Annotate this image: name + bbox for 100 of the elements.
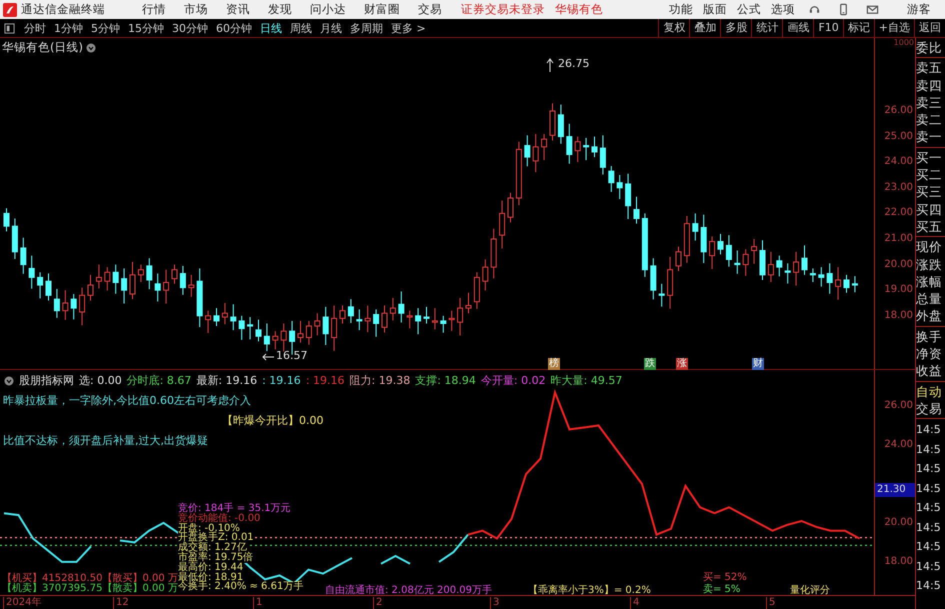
quote-field-label: 卖二 bbox=[916, 111, 943, 128]
quote-field-label: 外盘 bbox=[916, 307, 943, 325]
toolbar-button[interactable]: 统计 bbox=[751, 19, 782, 37]
date-label: 3 bbox=[490, 597, 500, 609]
indicator-value: 昨大量: 49.57 bbox=[550, 373, 622, 388]
menu-item[interactable]: 交易 bbox=[409, 2, 451, 17]
trade-time: 14:5 bbox=[916, 461, 942, 478]
menu-item[interactable]: 市场 bbox=[175, 2, 217, 17]
period-tab[interactable]: 分时 bbox=[20, 20, 50, 36]
toolbar-button[interactable]: 复权 bbox=[658, 19, 690, 37]
quote-field-label: 委比 bbox=[916, 39, 943, 56]
toolbar-button[interactable]: F10 bbox=[813, 19, 843, 37]
indicator-value: : 19.16 bbox=[262, 374, 301, 387]
quote-field-label: 卖一 bbox=[916, 128, 943, 146]
quote-field-label: 涨跌 bbox=[916, 256, 943, 273]
axis-label: 24.00 bbox=[884, 438, 913, 452]
app-title: 通达信金融终端 bbox=[21, 2, 105, 17]
indicator-value: 支撑: 18.94 bbox=[415, 373, 476, 388]
event-marker[interactable]: 财 bbox=[752, 358, 764, 370]
menu-item[interactable]: 问小达 bbox=[301, 2, 355, 17]
phone-icon[interactable] bbox=[837, 3, 850, 16]
login-status: 证券交易未登录 bbox=[461, 2, 545, 17]
axis-label: 18.00 bbox=[884, 308, 914, 323]
buy-percent: 买= 52% bbox=[703, 571, 747, 584]
high-price-label: 26.75 bbox=[558, 57, 590, 70]
mail-icon[interactable] bbox=[866, 3, 879, 16]
menu-item[interactable]: 选项 bbox=[766, 2, 800, 17]
trade-time: 14:5 bbox=[916, 539, 942, 556]
toolbar-button[interactable]: 多股 bbox=[720, 19, 752, 37]
chart-title: 华锡有色(日线) bbox=[2, 40, 83, 55]
axis-label: 26.00 bbox=[884, 104, 914, 118]
sell-volume-line: 【机卖】3707395.75【散卖】0.00 万 bbox=[2, 584, 178, 594]
trade-time: 14:5 bbox=[916, 578, 942, 594]
menu-item[interactable]: 版面 bbox=[698, 2, 732, 17]
panel-toggle-icon[interactable] bbox=[4, 22, 15, 34]
quote-field-label: 卖五 bbox=[916, 59, 943, 77]
period-tab[interactable]: 5分钟 bbox=[87, 20, 124, 36]
indicator-value: 选: 0.00 bbox=[79, 373, 122, 388]
event-marker[interactable]: 涨 bbox=[676, 358, 688, 370]
date-label: 2024年 bbox=[3, 597, 42, 609]
trade-time: 14:5 bbox=[916, 500, 942, 516]
axis-label: 20.00 bbox=[884, 258, 914, 272]
period-tab[interactable]: 60分钟 bbox=[212, 20, 256, 36]
stock-name: 华锡有色 bbox=[555, 2, 603, 17]
ratio-label: 【昨爆今开比】0.00 bbox=[221, 413, 324, 429]
menu-item[interactable]: 财富圈 bbox=[355, 2, 409, 17]
toolbar-button[interactable]: +自选 bbox=[874, 19, 914, 37]
quote-field-label: 总量 bbox=[916, 290, 943, 308]
quote-field-label: 买一 bbox=[916, 148, 943, 166]
headset-icon[interactable] bbox=[808, 3, 821, 16]
user-menu[interactable]: 游客 bbox=[887, 2, 945, 17]
quote-field-label: 换手 bbox=[916, 328, 943, 346]
trade-label: 交易 bbox=[916, 400, 943, 418]
period-tab[interactable]: 30分钟 bbox=[168, 20, 212, 36]
menu-item[interactable]: 公式 bbox=[732, 2, 766, 17]
date-label: 12 bbox=[113, 597, 129, 609]
period-tab[interactable]: 周线 bbox=[286, 20, 316, 36]
event-marker[interactable]: 跌 bbox=[644, 358, 656, 370]
low-price-label: 16.57 bbox=[276, 349, 308, 362]
date-label: 2 bbox=[373, 597, 382, 609]
toolbar-button[interactable]: 标记 bbox=[842, 19, 874, 37]
date-label: 4 bbox=[630, 597, 640, 609]
trade-time: 14:5 bbox=[916, 422, 942, 438]
indicator-value: 阻力: 19.38 bbox=[350, 373, 410, 388]
period-tab[interactable]: 15分钟 bbox=[124, 20, 168, 36]
toolbar-button[interactable]: 叠加 bbox=[689, 19, 720, 37]
menu-item[interactable]: 资讯 bbox=[217, 2, 259, 17]
quote-field-label: 买五 bbox=[916, 218, 943, 236]
menu-item[interactable]: 行情 bbox=[133, 2, 175, 17]
date-label: 5 bbox=[766, 597, 776, 609]
period-tab[interactable]: 多周期 bbox=[346, 20, 387, 36]
indicator-value: : 19.16 bbox=[306, 374, 345, 387]
app-logo-icon bbox=[3, 2, 17, 16]
auto-trade-button[interactable]: 自动 bbox=[916, 382, 945, 400]
quote-field-label: 现价 bbox=[916, 238, 943, 256]
menu-item[interactable]: 功能 bbox=[664, 2, 698, 17]
menu-item[interactable]: 发现 bbox=[259, 2, 301, 17]
dropdown-icon[interactable] bbox=[86, 42, 96, 52]
period-tab[interactable]: 月线 bbox=[316, 20, 346, 36]
dropdown-icon[interactable] bbox=[4, 376, 14, 386]
period-tab[interactable]: 1分钟 bbox=[50, 20, 87, 36]
trade-time: 14:5 bbox=[916, 520, 942, 536]
event-marker[interactable]: 榜 bbox=[548, 358, 560, 370]
deviation-label: 【乖离率小于3%】= 0.2% bbox=[528, 584, 651, 597]
period-tab[interactable]: 更多 > bbox=[387, 20, 430, 36]
quote-field-label: 收益 bbox=[916, 362, 943, 380]
axis-label: 25.00 bbox=[884, 130, 914, 144]
indicator-value: 今开量: 0.02 bbox=[480, 373, 546, 388]
indicator-note: 比值不达标，须开盘后补量,过大,出货爆疑 bbox=[2, 433, 209, 449]
toolbar-button[interactable]: 返回 bbox=[914, 19, 945, 37]
indicator-value: 最新: 19.16 bbox=[196, 373, 258, 388]
trade-time: 14:5 bbox=[916, 442, 942, 458]
trade-time: 14:5 bbox=[916, 480, 942, 497]
cursor-price-label: 21.30 bbox=[875, 483, 915, 497]
quote-field-label: 卖四 bbox=[916, 76, 943, 94]
period-tab[interactable]: 日线 bbox=[256, 20, 286, 36]
arrow-icon bbox=[262, 353, 274, 361]
score-label: 量化评分 bbox=[790, 584, 830, 597]
toolbar-button[interactable]: 画线 bbox=[782, 19, 814, 37]
axis-label: 21.00 bbox=[884, 232, 914, 246]
